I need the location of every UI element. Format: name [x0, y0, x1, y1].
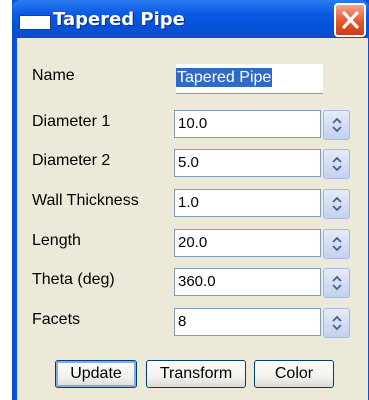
wall-thickness-spinner[interactable]: [323, 189, 350, 219]
name-field[interactable]: Tapered Pipe: [176, 64, 323, 94]
diameter1-field[interactable]: 10.0: [174, 110, 321, 138]
transform-button[interactable]: Transform: [146, 360, 246, 388]
wall-thickness-field[interactable]: 1.0: [174, 189, 321, 217]
spinner-arrows-icon: [332, 196, 342, 212]
color-button[interactable]: Color: [254, 360, 334, 388]
length-spinner[interactable]: [323, 229, 350, 259]
diameter2-spinner[interactable]: [323, 149, 350, 179]
close-icon: [342, 11, 359, 29]
theta-field[interactable]: 360.0: [174, 268, 321, 296]
window-icon: [19, 15, 51, 30]
spinner-arrows-icon: [332, 275, 342, 291]
spinner-arrows-icon: [332, 315, 342, 331]
name-label: Name: [32, 67, 75, 84]
spinner-arrows-icon: [332, 156, 342, 172]
facets-label: Facets: [32, 311, 81, 328]
length-label: Length: [32, 232, 81, 249]
diameter2-field[interactable]: 5.0: [174, 149, 321, 177]
spinner-arrows-icon: [332, 236, 342, 252]
dialog-window: Tapered Pipe Name Tapered Pipe Diameter …: [12, 0, 369, 400]
window-title: Tapered Pipe: [53, 9, 185, 30]
name-value: Tapered Pipe: [176, 68, 273, 87]
facets-field[interactable]: 8: [174, 308, 321, 336]
diameter2-label: Diameter 2: [32, 152, 111, 169]
length-field[interactable]: 20.0: [174, 229, 321, 257]
title-bar[interactable]: Tapered Pipe: [12, 0, 369, 38]
facets-spinner[interactable]: [323, 308, 350, 338]
dialog-body: Name Tapered Pipe Diameter 1 10.0 Diamet…: [17, 38, 368, 400]
diameter1-spinner[interactable]: [323, 110, 350, 140]
theta-label: Theta (deg): [32, 271, 115, 288]
wall-thickness-label: Wall Thickness: [32, 192, 139, 209]
theta-spinner[interactable]: [323, 268, 350, 298]
close-button[interactable]: [334, 3, 366, 37]
update-button[interactable]: Update: [55, 360, 137, 388]
spinner-arrows-icon: [332, 117, 342, 133]
diameter1-label: Diameter 1: [32, 113, 111, 130]
